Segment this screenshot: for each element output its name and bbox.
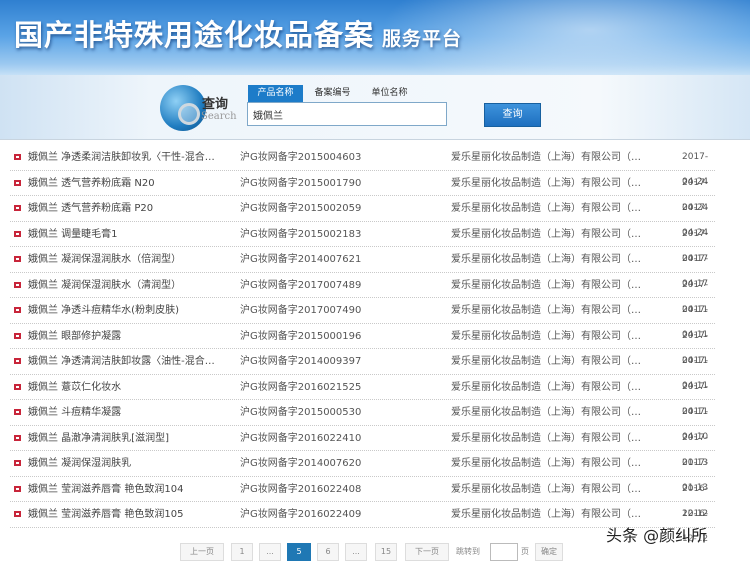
bullet-icon bbox=[14, 383, 21, 390]
magnifier-icon bbox=[178, 103, 200, 125]
page-jump-input[interactable] bbox=[490, 543, 518, 561]
table-row[interactable]: 娥佩兰 凝润保湿润肤水（倍润型） 沪G妆网备字2014007621 爱乐星丽化妆… bbox=[10, 247, 715, 289]
company-name: 爱乐星丽化妆品制造（上海）有限公司（… bbox=[451, 203, 641, 214]
product-name-link[interactable]: 娥佩兰 透气营养粉底霜 N20 bbox=[28, 171, 238, 196]
table-row[interactable]: 娥佩兰 净透斗痘精华水(粉刺皮肤) 沪G妆网备字2017007490 爱乐星丽化… bbox=[10, 298, 715, 340]
result-list: 娥佩兰 净透柔润洁肤卸妆乳〈干性-混合… 沪G妆网备字2015004603 爱乐… bbox=[10, 145, 715, 544]
jump-label: 跳转到 bbox=[456, 547, 480, 556]
product-name-link[interactable]: 娥佩兰 凝润保湿润肤水（倍润型） bbox=[28, 247, 238, 272]
bullet-icon bbox=[14, 179, 21, 186]
company-name: 爱乐星丽化妆品制造（上海）有限公司（… bbox=[451, 177, 641, 189]
tab-record-number[interactable]: 备案编号 bbox=[305, 85, 360, 102]
page-1-button[interactable]: 1 bbox=[231, 543, 253, 561]
record-number: 沪G妆网备字2016022409 bbox=[240, 509, 362, 520]
product-name-link[interactable]: 娥佩兰 薏苡仁化妆水 bbox=[28, 375, 238, 400]
company-name: 爱乐星丽化妆品制造（上海）有限公司（… bbox=[451, 152, 641, 163]
bullet-icon bbox=[14, 485, 21, 492]
company-name: 爱乐星丽化妆品制造（上海）有限公司（… bbox=[451, 458, 641, 469]
tab-product-name[interactable]: 产品名称 bbox=[248, 85, 303, 102]
table-row[interactable]: 娥佩兰 凝润保湿润肤水（清润型） 沪G妆网备字2017007489 爱乐星丽化妆… bbox=[10, 273, 715, 315]
product-name-link[interactable]: 娥佩兰 斗痘精华凝露 bbox=[28, 400, 238, 425]
bullet-icon bbox=[14, 332, 21, 339]
product-name-link[interactable]: 娥佩兰 莹润滋养唇膏 艳色致润104 bbox=[28, 477, 238, 502]
record-number: 沪G妆网备字2017007489 bbox=[240, 279, 362, 291]
bullet-icon bbox=[14, 230, 21, 237]
product-name-link[interactable]: 娥佩兰 透气营养粉底霜 P20 bbox=[28, 196, 238, 221]
record-number: 沪G妆网备字2015001790 bbox=[240, 177, 362, 189]
tab-company-name[interactable]: 单位名称 bbox=[362, 85, 417, 102]
search-panel: 查询 Search 产品名称 备案编号 单位名称 查询 bbox=[0, 75, 750, 140]
bullet-icon bbox=[14, 434, 21, 441]
bullet-icon bbox=[14, 358, 21, 364]
table-row[interactable]: 娥佩兰 调量睫毛膏1 沪G妆网备字2015002183 爱乐星丽化妆品制造（上海… bbox=[10, 222, 715, 264]
record-number: 沪G妆网备字2015002059 bbox=[240, 203, 362, 214]
banner: 国产非特殊用途化妆品备案 服务平台 bbox=[0, 0, 750, 80]
bullet-icon bbox=[14, 256, 21, 262]
product-name-link[interactable]: 娥佩兰 眼部修护凝露 bbox=[28, 324, 238, 349]
bullet-icon bbox=[14, 511, 21, 517]
table-row[interactable]: 娥佩兰 透气营养粉底霜 P20 沪G妆网备字2015002059 爱乐星丽化妆品… bbox=[10, 196, 715, 238]
record-number: 沪G妆网备字2015000530 bbox=[240, 407, 362, 418]
record-number: 沪G妆网备字2015004603 bbox=[240, 152, 362, 163]
record-number: 沪G妆网备字2014009397 bbox=[240, 356, 362, 367]
page-6-button[interactable]: 6 bbox=[317, 543, 339, 561]
company-name: 爱乐星丽化妆品制造（上海）有限公司（… bbox=[451, 432, 641, 444]
company-name: 爱乐星丽化妆品制造（上海）有限公司（… bbox=[451, 483, 641, 495]
record-number: 沪G妆网备字2014007620 bbox=[240, 458, 362, 469]
product-name-link[interactable]: 娥佩兰 净透清润洁肤卸妆露〈油性-混合… bbox=[28, 349, 238, 374]
table-row[interactable]: 娥佩兰 净透清润洁肤卸妆露〈油性-混合… 沪G妆网备字2014009397 爱乐… bbox=[10, 349, 715, 391]
product-name-link[interactable]: 娥佩兰 莹润滋养唇膏 艳色致润105 bbox=[28, 502, 238, 527]
site-title: 国产非特殊用途化妆品备案 服务平台 bbox=[14, 18, 463, 52]
record-number: 沪G妆网备字2016022408 bbox=[240, 483, 362, 495]
table-row[interactable]: 娥佩兰 凝润保湿润肤乳 沪G妆网备字2014007620 爱乐星丽化妆品制造（上… bbox=[10, 451, 715, 493]
ellipsis: ... bbox=[345, 543, 367, 561]
company-name: 爱乐星丽化妆品制造（上海）有限公司（… bbox=[451, 254, 641, 265]
table-row[interactable]: 娥佩兰 眼部修护凝露 沪G妆网备字2015000196 爱乐星丽化妆品制造（上海… bbox=[10, 324, 715, 366]
bullet-icon bbox=[14, 205, 21, 211]
record-number: 沪G妆网备字2015000196 bbox=[240, 330, 362, 342]
confirm-button[interactable]: 确定 bbox=[535, 543, 563, 561]
bullet-icon bbox=[14, 154, 21, 160]
bullet-icon bbox=[14, 307, 21, 313]
bullet-icon bbox=[14, 281, 21, 288]
table-row[interactable]: 娥佩兰 斗痘精华凝露 沪G妆网备字2015000530 爱乐星丽化妆品制造（上海… bbox=[10, 400, 715, 442]
table-row[interactable]: 娥佩兰 薏苡仁化妆水 沪G妆网备字2016021525 爱乐星丽化妆品制造（上海… bbox=[10, 375, 715, 417]
record-number: 沪G妆网备字2016022410 bbox=[240, 432, 362, 444]
page-5-button[interactable]: 5 bbox=[287, 543, 311, 561]
ellipsis: ... bbox=[259, 543, 281, 561]
table-row[interactable]: 娥佩兰 晶澈净清润肤乳[滋润型] 沪G妆网备字2016022410 爱乐星丽化妆… bbox=[10, 426, 715, 468]
table-row[interactable]: 娥佩兰 透气营养粉底霜 N20 沪G妆网备字2015001790 爱乐星丽化妆品… bbox=[10, 171, 715, 213]
company-name: 爱乐星丽化妆品制造（上海）有限公司（… bbox=[451, 305, 641, 316]
record-number: 沪G妆网备字2014007621 bbox=[240, 254, 362, 265]
page-15-button[interactable]: 15 bbox=[375, 543, 397, 561]
watermark: 头条 @颜纠所 bbox=[606, 526, 708, 545]
search-input[interactable] bbox=[247, 102, 447, 126]
page-label: 页 bbox=[521, 547, 529, 556]
company-name: 爱乐星丽化妆品制造（上海）有限公司（… bbox=[451, 356, 641, 367]
product-name-link[interactable]: 娥佩兰 凝润保湿润肤水（清润型） bbox=[28, 273, 238, 298]
bullet-icon bbox=[14, 409, 21, 415]
record-number: 沪G妆网备字2016021525 bbox=[240, 381, 362, 393]
product-name-link[interactable]: 娥佩兰 调量睫毛膏1 bbox=[28, 222, 238, 247]
product-name-link[interactable]: 娥佩兰 凝润保湿润肤乳 bbox=[28, 451, 238, 476]
product-name-link[interactable]: 娥佩兰 晶澈净清润肤乳[滋润型] bbox=[28, 426, 238, 451]
record-number: 沪G妆网备字2017007490 bbox=[240, 305, 362, 316]
search-button[interactable]: 查询 bbox=[484, 103, 541, 127]
bullet-icon bbox=[14, 460, 21, 466]
product-name-link[interactable]: 娥佩兰 净透斗痘精华水(粉刺皮肤) bbox=[28, 298, 238, 323]
company-name: 爱乐星丽化妆品制造（上海）有限公司（… bbox=[451, 228, 641, 240]
table-row[interactable]: 娥佩兰 净透柔润洁肤卸妆乳〈干性-混合… 沪G妆网备字2015004603 爱乐… bbox=[10, 145, 715, 187]
company-name: 爱乐星丽化妆品制造（上海）有限公司（… bbox=[451, 407, 641, 418]
next-page-button[interactable]: 下一页 bbox=[405, 543, 449, 561]
prev-page-button[interactable]: 上一页 bbox=[180, 543, 224, 561]
record-number: 沪G妆网备字2015002183 bbox=[240, 228, 362, 240]
company-name: 爱乐星丽化妆品制造（上海）有限公司（… bbox=[451, 381, 641, 393]
product-name-link[interactable]: 娥佩兰 净透柔润洁肤卸妆乳〈干性-混合… bbox=[28, 145, 238, 170]
search-label: 查询 bbox=[202, 97, 229, 112]
table-row[interactable]: 娥佩兰 莹润滋养唇膏 艳色致润104 沪G妆网备字2016022408 爱乐星丽… bbox=[10, 477, 715, 519]
company-name: 爱乐星丽化妆品制造（上海）有限公司（… bbox=[451, 330, 641, 342]
company-name: 爱乐星丽化妆品制造（上海）有限公司（… bbox=[451, 279, 641, 291]
search-label-en: Search bbox=[201, 111, 237, 122]
